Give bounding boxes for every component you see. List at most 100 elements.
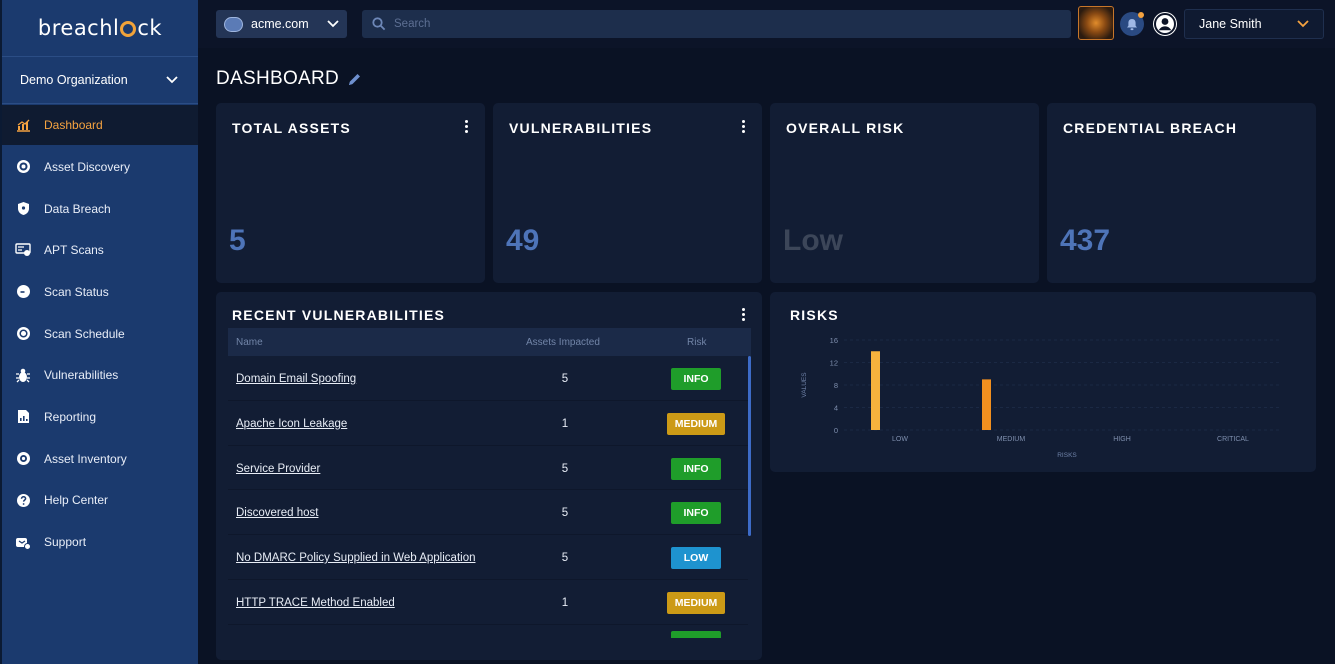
- chevron-down-icon: [327, 20, 339, 28]
- risks-chart: 0 4 8 12 16 VALUES LOW MEDIUM HIGH CRITICAL RISKS: [801, 336, 1282, 459]
- risk-badge: INFO: [671, 368, 721, 390]
- page-title-text: DASHBOARD: [216, 68, 340, 89]
- user-icon: [1154, 13, 1176, 35]
- x-axis-label: RISKS: [1057, 452, 1077, 459]
- top-bar: acme.com Jane Smith: [198, 0, 1335, 48]
- sidebar-item-label: Vulnerabilities: [44, 368, 119, 383]
- support-icon: [15, 534, 31, 550]
- more-options-icon[interactable]: [742, 120, 746, 133]
- card-title: CREDENTIAL BREACH: [1063, 120, 1238, 136]
- sidebar-nav: Dashboard Asset Discovery Data Breach APT S…: [2, 105, 198, 563]
- vulnerability-name-link[interactable]: No DMARC Policy Supplied in Web Applicat…: [236, 552, 475, 564]
- chart-icon: [15, 117, 31, 133]
- assets-impacted-value: 1: [561, 596, 569, 609]
- vulnerability-name-link[interactable]: Apache Icon Leakage: [236, 418, 347, 430]
- chevron-down-icon: [1297, 20, 1309, 28]
- risk-badge: LOW: [671, 547, 721, 570]
- status-icon: [15, 284, 31, 300]
- sidebar-item-dashboard[interactable]: Dashboard: [2, 105, 198, 145]
- assets-impacted-value: 5: [561, 373, 569, 385]
- assets-impacted-value: 1: [561, 417, 569, 430]
- report-icon: [15, 409, 31, 425]
- sidebar-item-label: APT Scans: [44, 243, 104, 258]
- table-row: Service Provider 5 INFO: [228, 446, 748, 491]
- card-title: VULNERABILITIES: [509, 120, 653, 136]
- sidebar-item-vulnerabilities[interactable]: Vulnerabilities: [2, 354, 198, 396]
- bar-low: [871, 351, 880, 430]
- edit-icon[interactable]: [347, 72, 362, 87]
- credential-breach-card: CREDENTIAL BREACH 437: [1047, 103, 1316, 283]
- sidebar-item-label: Help Center: [44, 493, 109, 508]
- x-tick-label: HIGH: [1113, 436, 1131, 443]
- risk-badge: INFO: [671, 457, 721, 480]
- globe-icon: [224, 16, 243, 32]
- scrollbar[interactable]: [748, 356, 751, 536]
- search-bar: [362, 10, 1071, 38]
- vulnerability-name-link[interactable]: Service Provider: [236, 463, 320, 475]
- sidebar-item-asset-discovery[interactable]: Asset Discovery: [2, 146, 198, 188]
- risk-badge: MEDIUM: [667, 412, 725, 435]
- sidebar-item-apt-scans[interactable]: APT Scans: [2, 229, 198, 271]
- overall-risk-value: Low: [783, 224, 843, 257]
- more-options-icon[interactable]: [742, 308, 746, 321]
- user-menu[interactable]: Jane Smith: [1184, 9, 1324, 39]
- sidebar-item-label: Asset Inventory: [44, 451, 127, 466]
- table-header: Name Assets Impacted Risk: [228, 328, 751, 356]
- bug-icon: [15, 367, 31, 383]
- column-name: Name: [236, 337, 263, 348]
- card-title: RECENT VULNERABILITIES: [232, 307, 446, 323]
- assets-impacted-value: 5: [561, 507, 569, 520]
- organization-selector[interactable]: Demo Organization: [2, 56, 198, 104]
- card-title: TOTAL ASSETS: [232, 120, 351, 136]
- recent-vulnerabilities-card: RECENT VULNERABILITIES Name Assets Impac…: [216, 292, 762, 660]
- sidebar-item-asset-inventory[interactable]: Asset Inventory: [2, 438, 198, 480]
- vulnerability-name-link[interactable]: HTTP TRACE Method Enabled: [236, 597, 395, 609]
- brand-logo[interactable]: breachl ck: [2, 0, 198, 56]
- sidebar-item-label: Dashboard: [44, 118, 103, 132]
- x-tick-label: MEDIUM: [997, 436, 1026, 443]
- help-icon: [15, 492, 31, 508]
- y-tick-label: 4: [834, 404, 838, 413]
- overall-risk-card: OVERALL RISK Low: [770, 103, 1039, 283]
- search-icon: [372, 17, 386, 31]
- bell-icon: [1127, 18, 1137, 30]
- sidebar-item-label: Asset Discovery: [44, 159, 131, 174]
- vulnerabilities-card: VULNERABILITIES 49: [493, 103, 762, 283]
- notifications-button[interactable]: [1120, 12, 1144, 36]
- assets-impacted-value: 5: [561, 462, 569, 475]
- lock-icon: [120, 21, 137, 37]
- total-assets-card: TOTAL ASSETS 5: [216, 103, 485, 283]
- vulnerability-name-link[interactable]: Discovered host: [236, 507, 318, 519]
- fingerprint-icon[interactable]: [1078, 6, 1114, 40]
- sidebar-item-label: Scan Status: [44, 284, 109, 299]
- more-options-icon[interactable]: [465, 120, 469, 133]
- sidebar: breachl ck Demo Organization Dashboard Ass…: [0, 0, 198, 664]
- shield-icon: [15, 201, 31, 217]
- y-axis-label: VALUES: [801, 372, 808, 398]
- domain-selector[interactable]: acme.com: [216, 10, 347, 38]
- domain-name: acme.com: [251, 17, 309, 31]
- vulnerability-name-link[interactable]: Domain Email Spoofing: [236, 373, 356, 385]
- x-tick-label: LOW: [892, 436, 908, 443]
- user-name: Jane Smith: [1199, 17, 1262, 31]
- sidebar-item-label: Reporting: [44, 409, 97, 424]
- risk-badge: MEDIUM: [667, 591, 725, 614]
- sidebar-item-label: Support: [44, 535, 87, 550]
- apt-icon: [15, 242, 31, 258]
- sidebar-item-data-breach[interactable]: Data Breach: [2, 188, 198, 230]
- avatar[interactable]: [1153, 12, 1177, 36]
- card-title: OVERALL RISK: [786, 120, 905, 136]
- y-tick-label: 16: [830, 336, 838, 345]
- sidebar-item-scan-schedule[interactable]: Scan Schedule: [2, 313, 198, 355]
- table-row: Apache Icon Leakage 1 MEDIUM: [228, 401, 748, 446]
- page-title: DASHBOARD: [216, 68, 362, 90]
- search-input[interactable]: [394, 18, 1034, 30]
- sidebar-item-help-center[interactable]: Help Center: [2, 480, 198, 522]
- sidebar-item-support[interactable]: Support: [2, 521, 198, 563]
- sidebar-item-scan-status[interactable]: Scan Status: [2, 271, 198, 313]
- table-row: Domain Email Spoofing 5 INFO: [228, 356, 748, 401]
- brand-name-end: ck: [137, 16, 163, 40]
- column-assets-impacted: Assets Impacted: [526, 337, 600, 348]
- sidebar-item-reporting[interactable]: Reporting: [2, 396, 198, 438]
- y-tick-label: 12: [830, 359, 838, 368]
